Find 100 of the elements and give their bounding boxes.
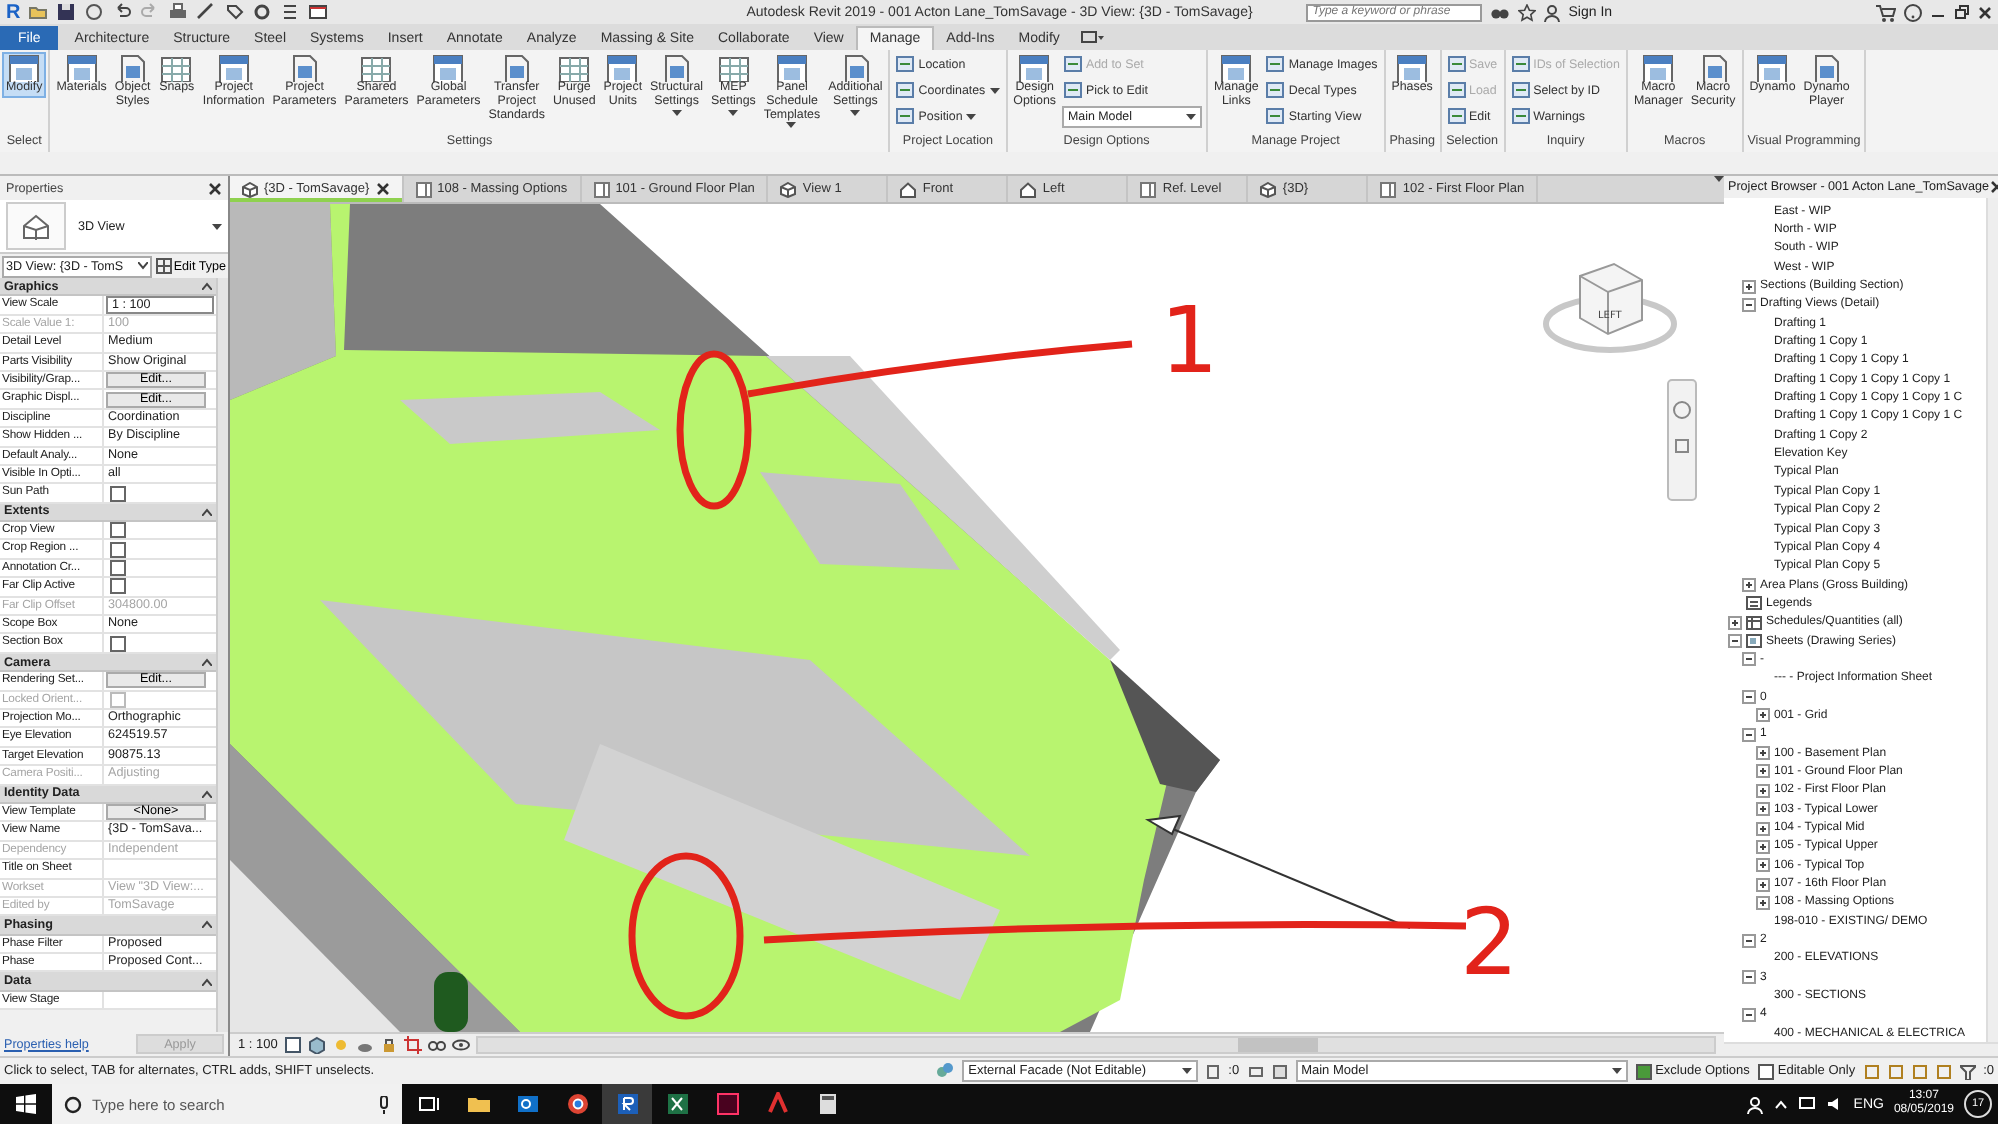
checkbox[interactable]: [110, 541, 126, 558]
list-icon[interactable]: [280, 2, 301, 22]
expand-toggle[interactable]: [1756, 708, 1770, 723]
expand-toggle[interactable]: [1742, 279, 1756, 294]
expand-toggle[interactable]: [1756, 858, 1770, 873]
collapse-icon[interactable]: [202, 789, 212, 798]
navigation-bar[interactable]: [1667, 379, 1697, 501]
sheet-icon: [1140, 181, 1157, 197]
collapse-icon[interactable]: [202, 977, 212, 986]
star-icon[interactable]: [1518, 3, 1537, 21]
collapse-icon[interactable]: [202, 658, 212, 666]
expand-toggle[interactable]: [1756, 877, 1770, 892]
caret-icon: [1182, 1068, 1193, 1074]
expand-toggle[interactable]: [1728, 615, 1742, 630]
close-icon[interactable]: [208, 181, 222, 195]
window-icon[interactable]: [308, 2, 329, 22]
glasses-icon[interactable]: [427, 1036, 446, 1054]
app-logo[interactable]: R: [6, 1, 21, 23]
expand-toggle[interactable]: [1756, 764, 1770, 779]
people-icon[interactable]: [1745, 1095, 1764, 1113]
folder-icon[interactable]: [465, 1092, 489, 1116]
expand-toggle[interactable]: [1756, 783, 1770, 798]
browser-app-icon[interactable]: [565, 1092, 589, 1116]
expand-toggle[interactable]: [1742, 933, 1756, 948]
spreadsheet-app-icon[interactable]: [665, 1092, 689, 1116]
layout-app-icon[interactable]: [715, 1092, 739, 1116]
small-tool-icon: [1511, 108, 1530, 124]
sheet-icon: [593, 181, 610, 197]
r-app-icon[interactable]: [615, 1092, 639, 1116]
scrollbar[interactable]: [1986, 198, 1998, 1042]
expand-toggle[interactable]: [1742, 297, 1756, 312]
person-icon[interactable]: [1544, 3, 1561, 21]
expand-toggle[interactable]: [1742, 727, 1756, 742]
checkbox[interactable]: [110, 522, 126, 539]
expand-toggle[interactable]: [1742, 1007, 1756, 1022]
expand-toggle[interactable]: [1742, 970, 1756, 985]
expand-toggle[interactable]: [1756, 821, 1770, 836]
markup-label: 1: [1160, 286, 1219, 394]
plus-icon: [1758, 710, 1768, 721]
plus-icon: [1758, 823, 1768, 834]
small-tool-icon: [1266, 108, 1285, 124]
plus-icon: [1758, 766, 1768, 777]
close-icon[interactable]: [375, 182, 390, 196]
checkbox[interactable]: [110, 485, 126, 501]
speaker-icon[interactable]: [1825, 1096, 1844, 1112]
checkbox[interactable]: [110, 635, 126, 652]
collapse-icon[interactable]: [202, 920, 212, 929]
expand-toggle[interactable]: [1742, 652, 1756, 667]
expand-toggle[interactable]: [1728, 634, 1742, 649]
expand-toggle[interactable]: [1756, 802, 1770, 817]
sheet-icon: [415, 181, 432, 197]
save-icon[interactable]: [56, 2, 77, 22]
scrollbar[interactable]: [1724, 1042, 1998, 1056]
viewcube[interactable]: [1543, 262, 1677, 353]
small-tool-icon: [896, 56, 915, 72]
filter-icon[interactable]: [1959, 1063, 1976, 1079]
lock-icon[interactable]: [379, 1036, 398, 1054]
cart-icon[interactable]: [1876, 3, 1896, 21]
plus-icon: [1758, 804, 1768, 815]
expand-toggle[interactable]: [1756, 746, 1770, 761]
undo-icon[interactable]: [112, 2, 133, 22]
small-tool-icon: [896, 82, 915, 98]
checkbox[interactable]: [110, 560, 126, 577]
scrollbar[interactable]: [216, 278, 228, 1032]
windows-logo-icon[interactable]: [16, 1094, 36, 1114]
help-icon[interactable]: [1904, 3, 1922, 21]
expand-toggle[interactable]: [1756, 839, 1770, 854]
minus-icon: [1744, 299, 1754, 310]
scrollbar[interactable]: [475, 1036, 1716, 1054]
small-tool-icon: [1511, 82, 1530, 98]
pdf-app-icon[interactable]: [765, 1092, 789, 1116]
plus-icon: [1730, 617, 1740, 628]
print-icon[interactable]: [168, 2, 189, 22]
network-icon[interactable]: [1797, 1096, 1816, 1112]
expand-toggle[interactable]: [1742, 690, 1756, 705]
close-icon[interactable]: [1978, 5, 1992, 19]
crop-icon[interactable]: [403, 1036, 422, 1054]
measure-icon[interactable]: [196, 2, 217, 22]
panel-toggle-icon[interactable]: [1079, 30, 1104, 46]
expand-toggle[interactable]: [1756, 895, 1770, 910]
plus-icon: [1758, 841, 1768, 852]
tag-icon[interactable]: [224, 2, 245, 22]
workset-icon: [936, 1062, 955, 1080]
calculator-icon[interactable]: [815, 1092, 839, 1116]
chevron-up-icon[interactable]: [1773, 1099, 1788, 1109]
checkbox[interactable]: [110, 578, 126, 595]
plus-icon: [1758, 879, 1768, 890]
expand-toggle[interactable]: [1742, 578, 1756, 593]
sheet-icon[interactable]: [283, 1036, 302, 1054]
binoculars-icon[interactable]: [1490, 4, 1511, 20]
microphone-icon: [378, 1095, 390, 1113]
sheet-icon[interactable]: [1271, 1063, 1288, 1079]
collapse-icon[interactable]: [202, 507, 212, 516]
house-icon: [22, 213, 50, 239]
collapse-icon[interactable]: [202, 282, 212, 291]
mail-app-icon[interactable]: [515, 1092, 539, 1116]
task-view-icon[interactable]: [415, 1092, 439, 1116]
eye-icon[interactable]: [451, 1036, 470, 1054]
restore-icon[interactable]: [1954, 4, 1970, 20]
minus-icon: [1744, 729, 1754, 740]
